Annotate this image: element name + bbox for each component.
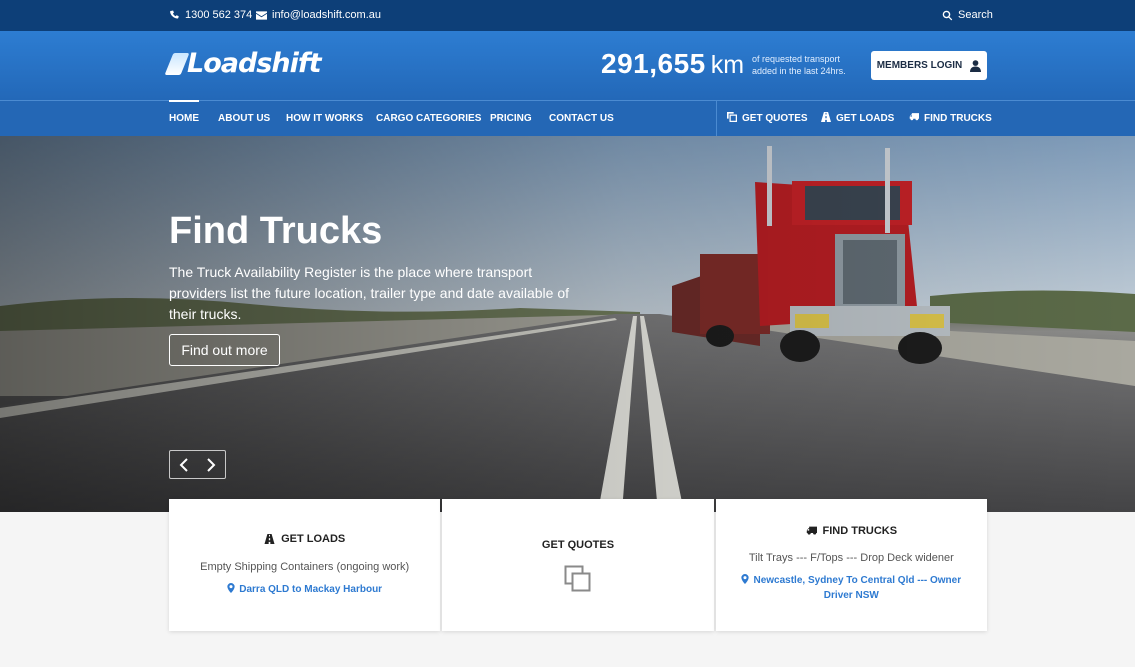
slider-prev-button[interactable] [170,451,198,478]
counter-value: 291,655 [601,48,706,79]
chevron-left-icon [179,457,188,472]
copy-icon [564,565,591,592]
nav-find-trucks-label: FIND TRUCKS [924,113,992,124]
envelope-icon [256,10,267,20]
find-out-more-button[interactable]: Find out more [169,334,280,366]
card-get-quotes-icon-wrap [442,565,713,593]
phone-link[interactable]: 1300 562 374 [169,9,252,21]
transport-counter: 291,655 km [601,48,744,80]
nav-find-trucks[interactable]: FIND TRUCKS [909,101,992,136]
search-icon [942,10,953,20]
card-find-trucks-subtitle: Tilt Trays --- F/Tops --- Drop Deck wide… [748,552,954,564]
card-find-trucks-link-text: Newcastle, Sydney To Central Qld --- Own… [753,575,962,601]
hero-title: Find Trucks [169,210,383,252]
counter-unit: km [710,51,745,79]
phone-icon [170,9,179,19]
nav-cargo-categories[interactable]: CARGO CATEGORIES [376,101,481,136]
card-get-loads-subtitle: Empty Shipping Containers (ongoing work) [200,561,410,573]
user-icon [970,59,982,72]
chevron-right-icon [207,457,216,472]
card-get-loads-link-text: Darra QLD to Mackay Harbour [239,584,383,595]
card-get-loads-link[interactable]: Darra QLD to Mackay Harbour [169,582,440,597]
card-get-quotes[interactable]: GET QUOTES [442,499,714,631]
nav-how-it-works[interactable]: HOW IT WORKS [286,101,363,136]
nav-divider [716,101,717,136]
site-logo[interactable]: Loadshift [164,48,322,79]
nav-pricing[interactable]: PRICING [490,101,532,136]
logo-mark-icon [164,53,190,75]
counter-description: of requested transport added in the last… [752,54,846,76]
card-find-trucks-title: FIND TRUCKS [716,525,987,537]
road-icon [821,112,831,122]
feature-cards: GET LOADS Empty Shipping Containers (ong… [169,499,987,631]
nav-get-loads[interactable]: GET LOADS [821,101,894,136]
hero-description: The Truck Availability Register is the p… [169,264,570,322]
slider-controls [169,450,226,479]
card-get-quotes-title: GET QUOTES [442,539,713,551]
card-get-quotes-title-text: GET QUOTES [541,539,615,551]
nav-get-loads-label: GET LOADS [836,113,895,124]
phone-number: 1300 562 374 [185,9,253,21]
top-utility-bar: 1300 562 374 info@loadshift.com.au Searc… [0,0,1135,31]
site-header: Loadshift 291,655 km of requested transp… [0,31,1135,100]
road-icon [264,534,275,544]
nav-about-us[interactable]: ABOUT US [218,101,270,136]
card-find-trucks[interactable]: FIND TRUCKS Tilt Trays --- F/Tops --- Dr… [715,499,987,631]
copy-icon [727,112,737,122]
map-marker-icon [741,574,750,584]
main-navigation: HOME ABOUT US HOW IT WORKS CARGO CATEGOR… [0,100,1135,136]
card-get-loads-title: GET LOADS [169,533,440,545]
hero-slider: Find Trucks The Truck Availability Regis… [0,136,1135,512]
nav-home[interactable]: HOME [169,100,199,136]
card-find-trucks-link[interactable]: Newcastle, Sydney To Central Qld --- Own… [736,573,966,603]
logo-text: Loadshift [187,48,322,79]
search-button[interactable]: Search [942,9,993,21]
nav-get-quotes[interactable]: GET QUOTES [727,101,808,136]
email-address: info@loadshift.com.au [272,9,382,21]
card-get-loads[interactable]: GET LOADS Empty Shipping Containers (ong… [169,499,441,631]
members-login-label: MEMBERS LOGIN [876,60,963,71]
truck-icon [806,526,817,535]
members-login-button[interactable]: MEMBERS LOGIN [871,51,987,80]
nav-contact-us[interactable]: CONTACT US [549,101,614,136]
map-marker-icon [227,583,235,593]
card-find-trucks-title-text: FIND TRUCKS [822,525,898,537]
email-link[interactable]: info@loadshift.com.au [256,9,381,21]
card-get-loads-title-text: GET LOADS [281,533,346,545]
nav-get-quotes-label: GET QUOTES [742,113,808,124]
search-label: Search [958,9,993,21]
truck-icon [909,113,919,121]
slider-next-button[interactable] [198,451,226,478]
